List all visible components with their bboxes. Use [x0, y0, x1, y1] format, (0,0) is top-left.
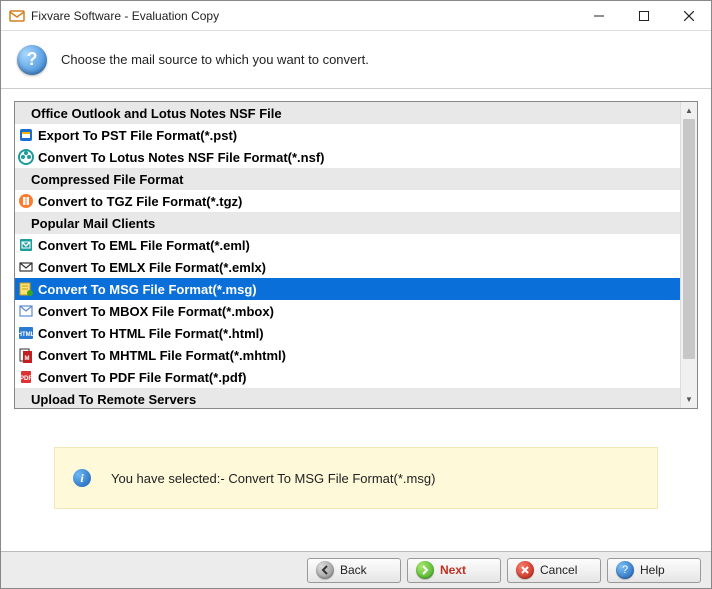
row-label: Compressed File Format [31, 172, 183, 187]
row-label: Convert To MBOX File Format(*.mbox) [38, 304, 274, 319]
html-icon: HTML [18, 325, 34, 341]
next-button[interactable]: Next [407, 558, 501, 583]
format-list-inner: Office Outlook and Lotus Notes NSF File E… [15, 102, 680, 408]
list-item[interactable]: PDF Convert To PDF File Format(*.pdf) [15, 366, 680, 388]
close-button[interactable] [666, 1, 711, 31]
content-area: Office Outlook and Lotus Notes NSF File E… [1, 89, 711, 551]
help-button-label: Help [640, 563, 665, 577]
cancel-button[interactable]: Cancel [507, 558, 601, 583]
mhtml-icon: M [18, 347, 34, 363]
scrollbar[interactable]: ▲ ▼ [680, 102, 697, 408]
footer-bar: Back Next Cancel ? Help [1, 551, 711, 588]
back-button-label: Back [340, 563, 367, 577]
nsf-icon [18, 149, 34, 165]
list-item[interactable]: Convert To Lotus Notes NSF File Format(*… [15, 146, 680, 168]
scroll-up-button[interactable]: ▲ [681, 102, 697, 119]
list-item[interactable]: Convert To EMLX File Format(*.emlx) [15, 256, 680, 278]
selection-text: You have selected:- Convert To MSG File … [111, 471, 435, 486]
svg-text:PDF: PDF [20, 376, 32, 382]
mbox-icon [18, 303, 34, 319]
scroll-thumb[interactable] [683, 119, 695, 359]
titlebar: Fixvare Software - Evaluation Copy [1, 1, 711, 31]
help-question-icon: ? [616, 561, 634, 579]
app-icon [9, 8, 25, 24]
back-arrow-icon [316, 561, 334, 579]
selection-banner: i You have selected:- Convert To MSG Fil… [54, 447, 658, 509]
row-label: Convert To MHTML File Format(*.mhtml) [38, 348, 286, 363]
msg-icon [18, 281, 34, 297]
maximize-button[interactable] [621, 1, 666, 31]
scroll-down-button[interactable]: ▼ [681, 391, 697, 408]
scroll-track[interactable] [681, 119, 697, 391]
instruction-bar: ? Choose the mail source to which you wa… [1, 31, 711, 89]
tgz-icon [18, 193, 34, 209]
list-item[interactable]: Export To PST File Format(*.pst) [15, 124, 680, 146]
cancel-button-label: Cancel [540, 563, 577, 577]
help-button[interactable]: ? Help [607, 558, 701, 583]
row-label: Convert To EML File Format(*.eml) [38, 238, 250, 253]
list-item[interactable]: Convert To MBOX File Format(*.mbox) [15, 300, 680, 322]
row-label: Upload To Remote Servers [31, 392, 196, 407]
list-item[interactable]: HTML Convert To HTML File Format(*.html) [15, 322, 680, 344]
back-button[interactable]: Back [307, 558, 401, 583]
list-item[interactable]: Convert to TGZ File Format(*.tgz) [15, 190, 680, 212]
next-arrow-icon [416, 561, 434, 579]
eml-icon [18, 237, 34, 253]
row-label: Convert to TGZ File Format(*.tgz) [38, 194, 242, 209]
row-label: Convert To EMLX File Format(*.emlx) [38, 260, 266, 275]
format-list: Office Outlook and Lotus Notes NSF File E… [14, 101, 698, 409]
row-label: Convert To MSG File Format(*.msg) [38, 282, 257, 297]
list-item[interactable]: Convert To MSG File Format(*.msg) [15, 278, 680, 300]
row-label: Convert To HTML File Format(*.html) [38, 326, 264, 341]
row-label: Convert To PDF File Format(*.pdf) [38, 370, 246, 385]
instruction-text: Choose the mail source to which you want… [61, 52, 369, 67]
emlx-icon [18, 259, 34, 275]
question-icon: ? [17, 45, 47, 75]
list-category: Upload To Remote Servers [15, 388, 680, 408]
next-button-label: Next [440, 563, 466, 577]
row-label: Export To PST File Format(*.pst) [38, 128, 237, 143]
app-window: Fixvare Software - Evaluation Copy ? Cho… [0, 0, 712, 589]
pst-icon [18, 127, 34, 143]
list-category: Popular Mail Clients [15, 212, 680, 234]
svg-text:HTML: HTML [18, 332, 34, 338]
list-category: Compressed File Format [15, 168, 680, 190]
list-item[interactable]: Convert To EML File Format(*.eml) [15, 234, 680, 256]
list-category: Office Outlook and Lotus Notes NSF File [15, 102, 680, 124]
svg-text:M: M [25, 356, 30, 362]
info-icon: i [73, 469, 91, 487]
row-label: Office Outlook and Lotus Notes NSF File [31, 106, 282, 121]
window-title: Fixvare Software - Evaluation Copy [31, 9, 576, 23]
row-label: Convert To Lotus Notes NSF File Format(*… [38, 150, 325, 165]
list-item[interactable]: M Convert To MHTML File Format(*.mhtml) [15, 344, 680, 366]
minimize-button[interactable] [576, 1, 621, 31]
row-label: Popular Mail Clients [31, 216, 155, 231]
pdf-icon: PDF [18, 369, 34, 385]
cancel-x-icon [516, 561, 534, 579]
